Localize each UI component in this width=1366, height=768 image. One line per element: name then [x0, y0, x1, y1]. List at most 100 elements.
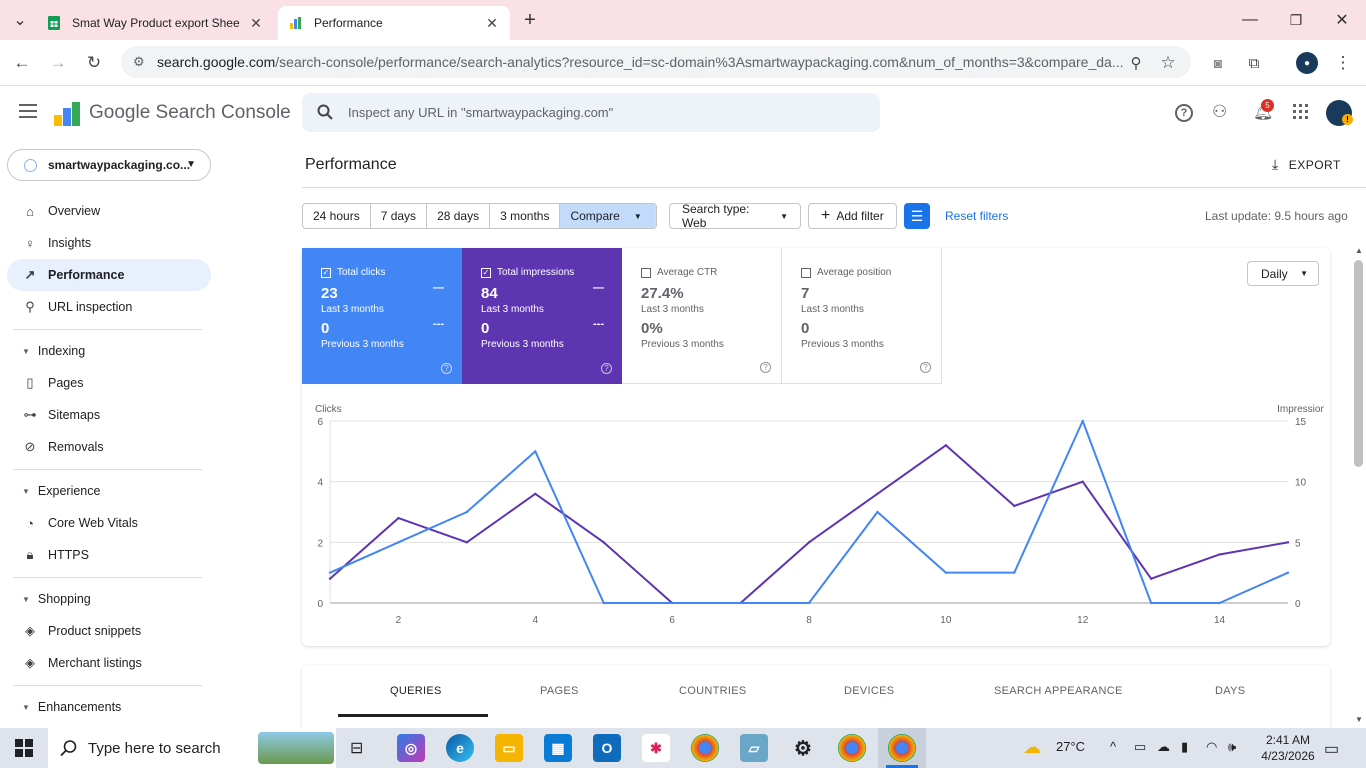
tab-devices[interactable]: DEVICES: [844, 685, 894, 697]
task-view-icon[interactable]: ⊟: [350, 738, 363, 758]
property-selector[interactable]: smartwaypackaging.co... ▼: [7, 149, 211, 181]
checkbox-checked-icon[interactable]: ✓: [321, 267, 331, 278]
new-tab-icon[interactable]: +: [518, 8, 542, 32]
nav-label: Sitemaps: [48, 408, 101, 422]
url-inspect-search[interactable]: Inspect any URL in "smartwaypackaging.co…: [302, 93, 880, 132]
range-24-hours[interactable]: 24 hours: [303, 204, 371, 228]
export-button[interactable]: ⤓ EXPORT: [1272, 156, 1341, 173]
search-type-filter[interactable]: Search type: Web ▼: [669, 202, 801, 230]
nav-insights[interactable]: ♀ Insights: [7, 227, 211, 259]
weather-temp[interactable]: 27°C: [1056, 739, 1085, 754]
compare-label: Compare: [570, 209, 620, 223]
settings-gear-icon[interactable]: ⚙: [789, 734, 817, 762]
scroll-up-icon[interactable]: ▲: [1355, 246, 1363, 255]
tab-pages[interactable]: PAGES: [540, 685, 579, 697]
checkbox-unchecked-icon[interactable]: [641, 267, 651, 278]
range-28-days[interactable]: 28 days: [427, 204, 491, 228]
scroll-down-icon[interactable]: ▼: [1355, 715, 1363, 724]
microsoft-store-icon[interactable]: ▦: [544, 734, 572, 762]
onedrive-cloud-icon[interactable]: ☁: [1157, 739, 1170, 755]
tab-search-icon[interactable]: ⌄: [8, 8, 32, 32]
outlook-icon[interactable]: O: [593, 734, 621, 762]
nav-overview[interactable]: ⌂ Overview: [7, 195, 211, 227]
metric-total-impressions[interactable]: ✓ Total impressions 84 Last 3 months 0 Pr…: [462, 248, 622, 384]
nav-pages[interactable]: ▯ Pages: [7, 367, 211, 399]
section-indexing[interactable]: ▼ Indexing: [22, 344, 85, 358]
scrollbar-thumb[interactable]: [1354, 260, 1363, 467]
nav-merchant-listings[interactable]: ◈ Merchant listings: [7, 647, 211, 679]
meet-icon[interactable]: ▭: [1134, 739, 1146, 755]
filter-settings-icon[interactable]: ☰: [904, 203, 930, 229]
help-icon[interactable]: ?: [601, 363, 612, 374]
profile-avatar[interactable]: ●: [1296, 52, 1318, 74]
metric-total-clicks[interactable]: ✓ Total clicks 23 Last 3 months 0 Previou…: [302, 248, 462, 384]
url-field[interactable]: ⚙ search.google.com/search-console/perfo…: [121, 46, 1191, 78]
nav-performance[interactable]: ↗ Performance: [7, 259, 211, 291]
help-icon[interactable]: ?: [441, 363, 452, 374]
help-icon[interactable]: ?: [760, 362, 771, 373]
camera-icon[interactable]: ◙: [1208, 53, 1228, 73]
chrome-icon[interactable]: [691, 734, 719, 762]
show-hidden-icons-icon[interactable]: ^: [1110, 739, 1116, 754]
copilot-icon[interactable]: ◎: [397, 734, 425, 762]
tab-search-appearance[interactable]: SEARCH APPEARANCE: [994, 685, 1123, 697]
metric-average-ctr[interactable]: Average CTR 27.4% Last 3 months 0% Previ…: [622, 248, 782, 384]
browser-tab-performance[interactable]: Performance ✕: [278, 6, 510, 40]
hamburger-menu-icon[interactable]: [19, 104, 37, 118]
close-window-icon[interactable]: ✕: [1330, 8, 1354, 32]
nav-removals[interactable]: ⊘ Removals: [7, 431, 211, 463]
tab-days[interactable]: DAYS: [1215, 685, 1245, 697]
tab-countries[interactable]: COUNTRIES: [679, 685, 746, 697]
browser-tab-sheets[interactable]: Smat Way Product export Shee ✕: [36, 6, 274, 40]
help-icon[interactable]: ?: [1175, 104, 1193, 122]
section-experience[interactable]: ▼ Experience: [22, 484, 100, 498]
section-enhancements[interactable]: ▼ Enhancements: [22, 700, 121, 714]
slack-icon[interactable]: ✱: [642, 734, 670, 762]
close-tab-icon[interactable]: ✕: [484, 15, 500, 32]
manage-users-icon[interactable]: ⚇: [1212, 102, 1227, 122]
battery-icon[interactable]: ▮: [1181, 739, 1188, 755]
windows-start-icon[interactable]: [15, 739, 33, 757]
weather-icon[interactable]: ☁: [1023, 737, 1041, 758]
site-info-icon[interactable]: ⚙: [133, 54, 145, 70]
chrome-active-icon[interactable]: [888, 734, 916, 762]
section-shopping[interactable]: ▼ Shopping: [22, 592, 91, 606]
wifi-icon[interactable]: ◠: [1206, 739, 1217, 755]
range-compare[interactable]: Compare ▼: [560, 204, 656, 228]
notepad-icon[interactable]: ▱: [740, 734, 768, 762]
nav-https[interactable]: 🔒︎ HTTPS: [7, 539, 211, 571]
edge-icon[interactable]: e: [446, 734, 474, 762]
nav-url-inspection[interactable]: ⚲ URL inspection: [7, 291, 211, 323]
chrome-profile-icon[interactable]: [838, 734, 866, 762]
checkbox-checked-icon[interactable]: ✓: [481, 267, 491, 278]
help-icon[interactable]: ?: [920, 362, 931, 373]
browser-menu-icon[interactable]: ⋮: [1333, 53, 1353, 73]
range-3-months[interactable]: 3 months: [490, 204, 561, 228]
reload-icon[interactable]: ↻: [84, 53, 104, 73]
forward-icon[interactable]: →: [48, 53, 68, 73]
checkbox-unchecked-icon[interactable]: [801, 267, 811, 278]
notification-center-icon[interactable]: ▭: [1324, 739, 1339, 759]
nav-product-snippets[interactable]: ◈ Product snippets: [7, 615, 211, 647]
back-icon[interactable]: ←: [12, 53, 32, 73]
taskbar-search[interactable]: Type here to search: [48, 728, 336, 768]
volume-icon[interactable]: 🕪︎: [1228, 739, 1236, 755]
bookmark-star-icon[interactable]: ☆: [1158, 53, 1178, 73]
nav-core-web-vitals[interactable]: ◔ Core Web Vitals: [7, 507, 211, 539]
minimize-icon[interactable]: —: [1238, 8, 1262, 32]
add-filter-button[interactable]: + Add filter: [808, 203, 897, 229]
file-explorer-icon[interactable]: ▭: [495, 734, 523, 762]
close-tab-icon[interactable]: ✕: [248, 15, 264, 32]
extensions-icon[interactable]: ⧉: [1244, 53, 1264, 73]
metric-average-position[interactable]: Average position 7 Last 3 months 0 Previ…: [782, 248, 942, 384]
granularity-select[interactable]: Daily ▼: [1247, 261, 1319, 286]
zoom-icon[interactable]: ⚲: [1126, 53, 1146, 73]
range-7-days[interactable]: 7 days: [371, 204, 428, 228]
clock[interactable]: 2:41 AM 4/23/2026: [1258, 732, 1318, 764]
tab-queries[interactable]: QUERIES: [390, 685, 442, 697]
restore-icon[interactable]: ❐: [1284, 8, 1308, 32]
reset-filters-link[interactable]: Reset filters: [945, 209, 1008, 223]
diamond-icon: ◈: [25, 655, 35, 670]
apps-grid-icon[interactable]: [1293, 104, 1308, 119]
nav-sitemaps[interactable]: ⊶ Sitemaps: [7, 399, 211, 431]
